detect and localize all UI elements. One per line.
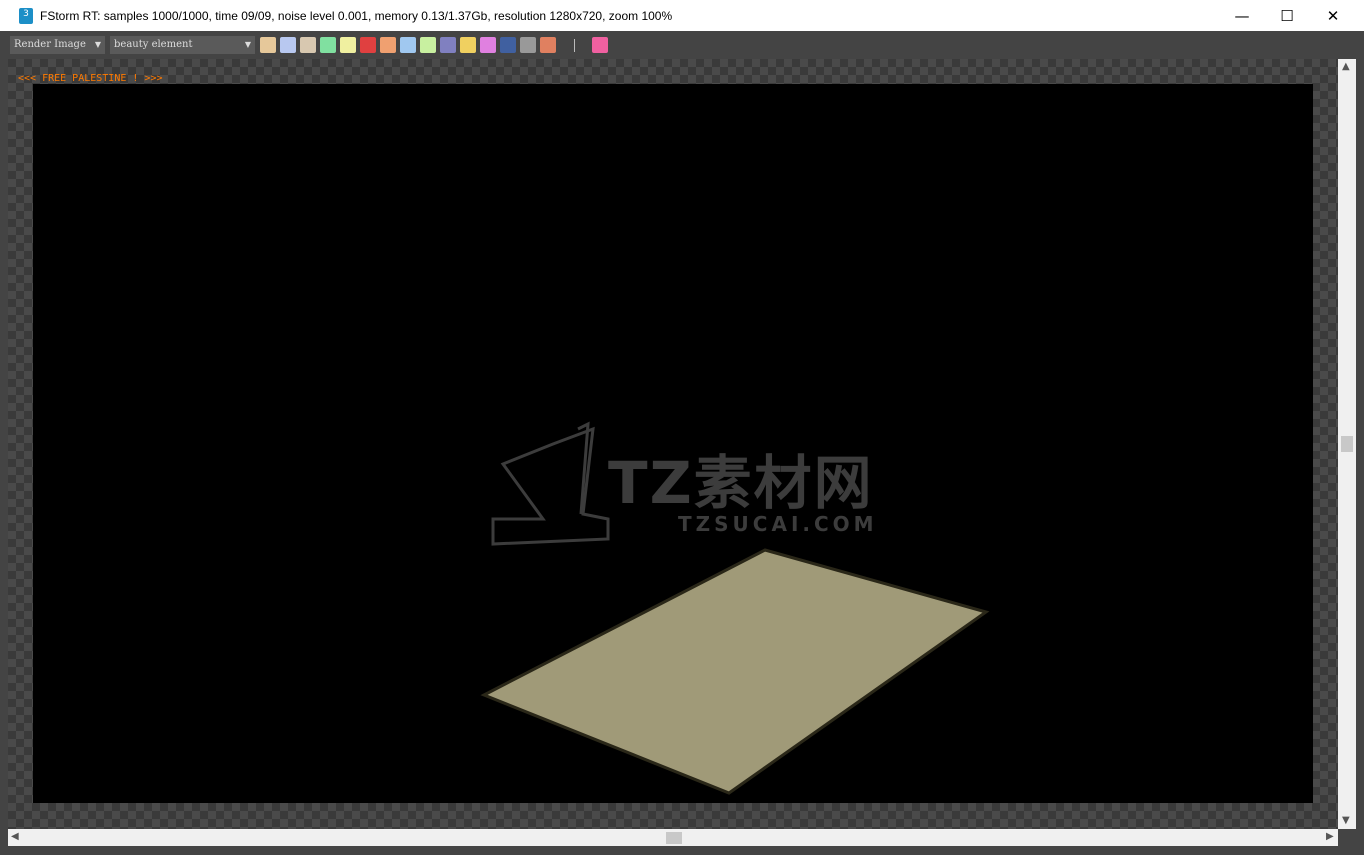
clone-icon[interactable] [320,37,336,53]
frame-icon[interactable] [420,37,436,53]
watermark-logo-icon [491,421,610,546]
scroll-left-icon[interactable]: ◀ [11,831,19,842]
refresh-icon[interactable] [592,37,608,53]
window-title: FStorm RT: samples 1000/1000, time 09/09… [40,8,673,23]
clipboard-icon[interactable] [340,37,356,53]
minimize-button[interactable]: — [1219,0,1265,31]
banner-text: <<< FREE PALESTINE ! >>> [18,73,163,84]
zoom-gb-icon[interactable] [500,37,516,53]
watermark-text: TZ素材网 [608,449,874,517]
fit-icon[interactable] [400,37,416,53]
scroll-right-icon[interactable]: ▶ [1326,831,1334,842]
unlock-icon[interactable] [540,37,556,53]
paper-plane [480,548,990,795]
navigate-icon[interactable] [440,37,456,53]
color-wheel-icon[interactable] [480,37,496,53]
app-icon: 3 [19,7,33,24]
maximize-button[interactable]: ☐ [1264,0,1310,31]
element-select-value: beauty element [114,39,193,50]
channel-select[interactable]: Render Image ▼ [10,36,105,54]
toolbar: Render Image ▼ beauty element ▼ [0,31,1364,59]
alpha-icon[interactable] [520,37,536,53]
toolbar-separator [574,39,575,52]
scroll-up-icon[interactable]: ▲ [1342,61,1350,72]
chevron-down-icon: ▼ [244,40,251,49]
element-select[interactable]: beauty element ▼ [110,36,255,54]
lock-icon[interactable] [260,37,276,53]
channel-select-value: Render Image [14,39,86,50]
scroll-down-icon[interactable]: ▼ [1342,815,1350,826]
render-viewport: <<< FREE PALESTINE ! >>> TZ素材网 TZSUCAI.C… [8,59,1338,829]
save-icon[interactable] [280,37,296,53]
horizontal-scroll-thumb[interactable] [666,832,682,844]
watermark-subtext: TZSUCAI.COM [678,512,878,536]
pause-icon[interactable] [380,37,396,53]
region-icon[interactable] [460,37,476,53]
horizontal-scrollbar[interactable]: ◀ ▶ [8,829,1338,846]
copy-icon[interactable] [300,37,316,53]
chevron-down-icon: ▼ [94,40,101,49]
vertical-scrollbar[interactable]: ▲ ▼ [1338,59,1356,829]
render-image: TZ素材网 TZSUCAI.COM [33,84,1313,803]
color-channels-icon[interactable] [360,37,376,53]
close-button[interactable]: ✕ [1310,0,1356,31]
title-bar: 3 FStorm RT: samples 1000/1000, time 09/… [0,0,1364,31]
vertical-scroll-thumb[interactable] [1341,436,1353,452]
